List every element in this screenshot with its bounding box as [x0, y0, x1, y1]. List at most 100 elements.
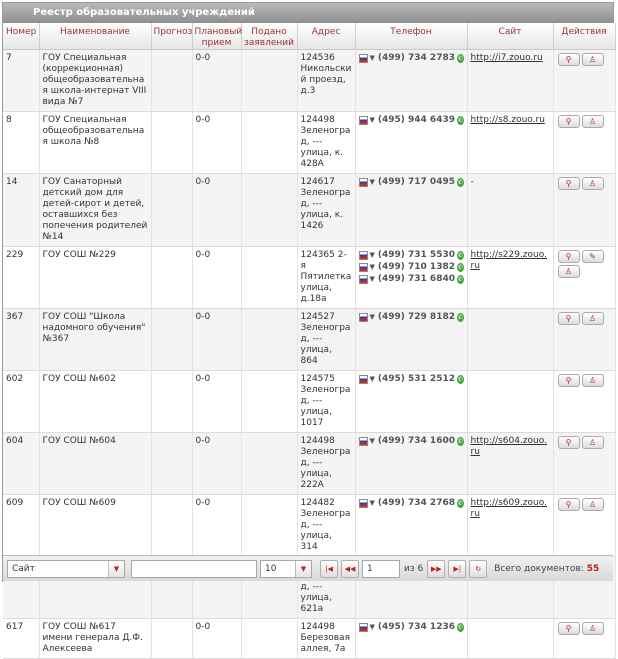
phone-call-icon[interactable]: ✆	[456, 178, 464, 187]
column-header-site[interactable]: Сайт	[467, 23, 554, 50]
russian-flag-icon[interactable]	[358, 375, 369, 384]
caret-down-icon[interactable]: ▼	[369, 262, 374, 273]
phone-call-icon[interactable]: ✆	[456, 251, 464, 260]
site-link[interactable]: http://s604.zouo.ru	[471, 436, 547, 457]
russian-flag-icon[interactable]	[358, 623, 369, 632]
user-button[interactable]: ♙	[581, 622, 604, 635]
table-row[interactable]: 602 ГОУ СОШ №602 0-0 124575 Зеленоград, ---…	[3, 370, 616, 433]
table-row[interactable]: 617 ГОУ СОШ №617 имени генерала Д.Ф. Алек…	[3, 618, 616, 659]
russian-flag-icon[interactable]	[358, 437, 369, 446]
refresh-button[interactable]: ↻	[469, 559, 488, 578]
table-row[interactable]: 7 ГОУ Специальная (коррекционная) общеобр…	[3, 49, 616, 112]
view-button[interactable]: ⚲	[557, 177, 580, 190]
view-button[interactable]: ⚲	[557, 498, 580, 511]
magnifier-icon: ⚲	[565, 252, 572, 261]
phone-call-icon[interactable]: ✆	[456, 263, 464, 272]
russian-flag-icon[interactable]	[358, 313, 369, 322]
table-row[interactable]: 609 ГОУ СОШ №609 0-0 124482 Зеленоград, ---…	[3, 494, 616, 557]
view-button[interactable]: ⚲	[557, 622, 580, 635]
view-button[interactable]: ⚲	[557, 53, 580, 66]
caret-down-icon[interactable]: ▼	[369, 274, 374, 285]
view-button[interactable]: ⚲	[557, 250, 580, 263]
view-button[interactable]: ⚲	[557, 374, 580, 387]
russian-flag-icon[interactable]	[358, 54, 369, 63]
user-button[interactable]: ♙	[581, 53, 604, 66]
caret-down-icon[interactable]: ▼	[369, 436, 374, 447]
russian-flag-icon[interactable]	[358, 263, 369, 272]
phone-call-icon[interactable]: ✆	[456, 313, 464, 322]
magnifier-icon: ⚲	[565, 314, 572, 323]
view-button[interactable]: ⚲	[557, 312, 580, 325]
last-page-button[interactable]: ▶|	[448, 559, 467, 578]
phone-call-icon[interactable]: ✆	[456, 499, 464, 508]
cell-submitted	[241, 308, 298, 371]
user-button[interactable]: ♙	[581, 498, 604, 511]
cell-submitted	[241, 246, 298, 309]
page-total-label: из 6	[404, 563, 424, 574]
magnifier-icon: ⚲	[565, 55, 572, 64]
column-header-planned[interactable]: Плановый прием	[192, 23, 242, 50]
caret-down-icon[interactable]: ▼	[369, 622, 374, 633]
next-page-button[interactable]: ▶▶	[427, 559, 446, 578]
table-row[interactable]: 229 ГОУ СОШ №229 0-0 124365 2-я Пятилетка у…	[3, 246, 616, 309]
column-header-number[interactable]: Номер	[3, 23, 40, 50]
search-input[interactable]	[131, 559, 257, 578]
cell-actions: ⚲♙	[553, 370, 616, 433]
first-page-button[interactable]: |◀	[320, 559, 338, 578]
user-button[interactable]: ♙	[581, 115, 604, 128]
phone-call-icon[interactable]: ✆	[456, 375, 464, 384]
caret-down-icon[interactable]: ▼	[369, 177, 374, 188]
caret-down-icon[interactable]: ▼	[369, 312, 374, 323]
phone-call-icon[interactable]: ✆	[456, 623, 464, 632]
table-row[interactable]: 8 ГОУ Специальная общеобразовательная шко…	[3, 111, 616, 174]
user-button[interactable]: ♙	[581, 312, 604, 325]
view-button[interactable]: ⚲	[557, 436, 580, 449]
caret-down-icon[interactable]: ▼	[369, 250, 374, 261]
phone-call-icon[interactable]: ✆	[456, 54, 464, 63]
user-button[interactable]: ♙	[581, 436, 604, 449]
russian-flag-icon[interactable]	[358, 116, 369, 125]
cell-number: 602	[3, 370, 40, 433]
russian-flag-icon[interactable]	[358, 251, 369, 260]
search-field-select[interactable]: Сайт ▼	[7, 559, 125, 578]
caret-down-icon[interactable]: ▼	[369, 374, 374, 385]
row-actions: ⚲♙	[557, 436, 612, 449]
cell-number: 14	[3, 173, 40, 247]
user-button[interactable]: ♙	[581, 177, 604, 190]
russian-flag-icon[interactable]	[358, 499, 369, 508]
caret-down-icon[interactable]: ▼	[369, 53, 374, 64]
column-header-phone[interactable]: Телефон	[355, 23, 468, 50]
russian-flag-icon[interactable]	[358, 275, 369, 284]
site-link[interactable]: http://s8.zouo.ru	[471, 115, 545, 125]
current-page-input[interactable]: 1	[362, 559, 400, 578]
cell-site: http://s8.zouo.ru	[467, 111, 554, 174]
column-header-submitted[interactable]: Подано заявлений	[241, 23, 298, 50]
column-header-name[interactable]: Наименование	[39, 23, 152, 50]
user-button[interactable]: ♙	[581, 374, 604, 387]
cell-site	[467, 308, 554, 371]
phone-call-icon[interactable]: ✆	[456, 437, 464, 446]
phone-call-icon[interactable]: ✆	[456, 116, 464, 125]
page-size-select[interactable]: 10 ▼	[260, 559, 312, 578]
edit-button[interactable]: ✎	[581, 250, 604, 263]
column-header-address[interactable]: Адрес	[297, 23, 356, 50]
prev-page-button[interactable]: ◀◀	[341, 559, 359, 578]
phone-entry: ▼ (495) 734 1236 ✆	[358, 622, 464, 633]
caret-down-icon[interactable]: ▼	[369, 498, 374, 509]
site-link[interactable]: http://i7.zouo.ru	[471, 53, 543, 63]
phone-call-icon[interactable]: ✆	[456, 275, 464, 284]
russian-flag-icon[interactable]	[358, 178, 369, 187]
cell-number: 7	[3, 49, 40, 112]
table-row[interactable]: 367 ГОУ СОШ "Школа надомного обучения" №3…	[3, 308, 616, 371]
column-header-forecast[interactable]: Прогноз	[151, 23, 193, 50]
site-link[interactable]: http://s609.zouo.ru	[471, 498, 547, 519]
user-button[interactable]: ♙	[557, 265, 580, 278]
table-row[interactable]: 604 ГОУ СОШ №604 0-0 124498 Зеленоград, ---…	[3, 432, 616, 495]
cell-site: http://i7.zouo.ru	[467, 49, 554, 112]
column-header-actions: Действия	[553, 23, 616, 50]
view-button[interactable]: ⚲	[557, 115, 580, 128]
site-link[interactable]: http://s229.zouo.ru	[471, 250, 547, 271]
table-row[interactable]: 14 ГОУ Санаторный детский дом для детей-с…	[3, 173, 616, 247]
site-empty: -	[470, 177, 474, 187]
caret-down-icon[interactable]: ▼	[369, 115, 374, 126]
